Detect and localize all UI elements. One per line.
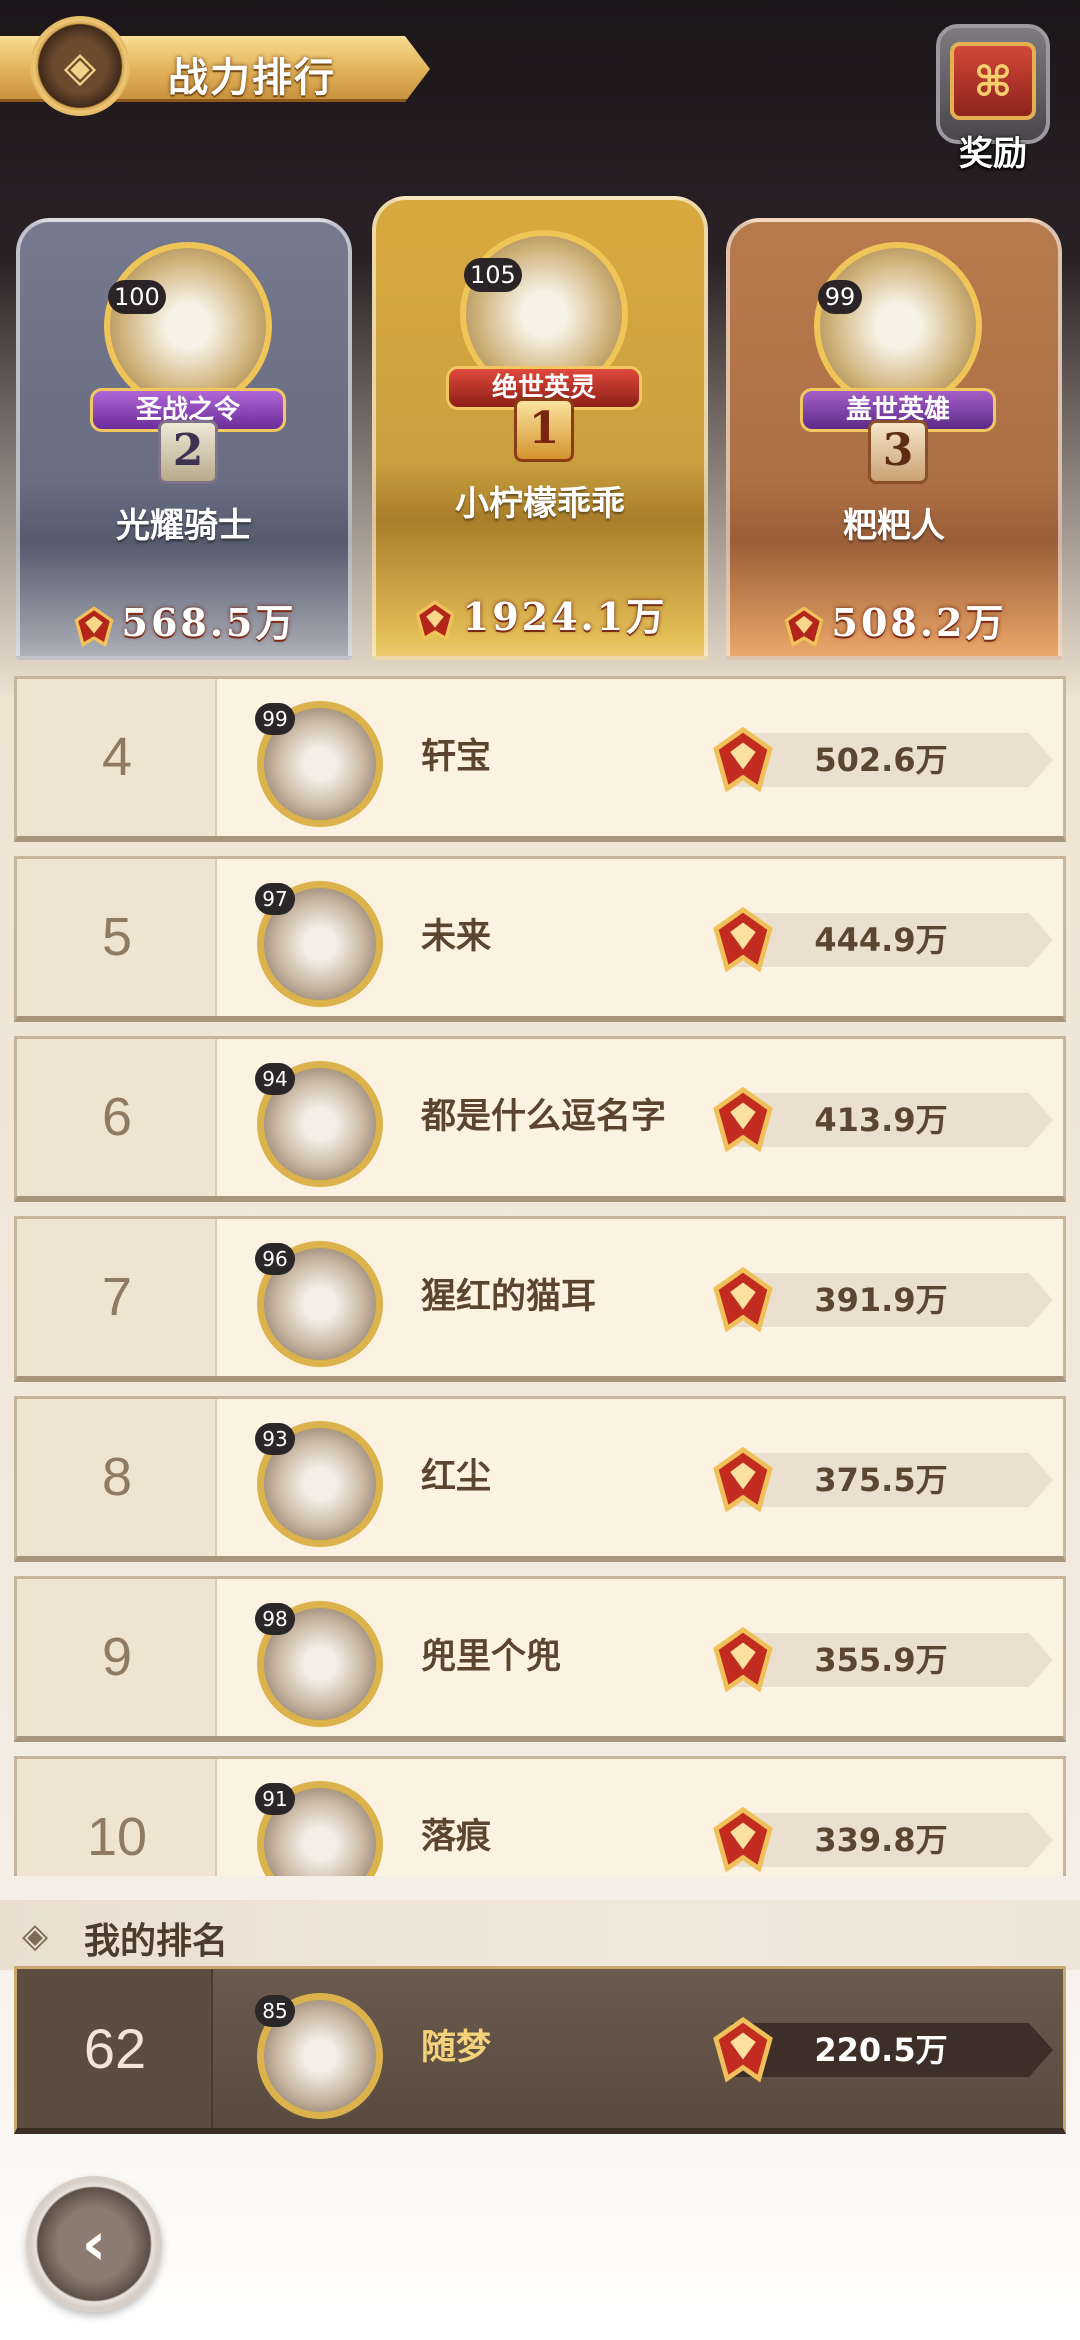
my-rank-label: 我的排名 bbox=[84, 1921, 229, 1962]
ranking-list[interactable]: 4 99 轩宝 502.6万 5 97 未来 444.9万 6 94 都是什么逗… bbox=[14, 676, 1066, 1876]
level-badge: 94 bbox=[255, 1063, 295, 1095]
power-value: 568.5万 bbox=[20, 592, 348, 649]
level-badge: 96 bbox=[255, 1243, 295, 1275]
level-badge: 91 bbox=[255, 1783, 295, 1815]
player-name: 落痕 bbox=[421, 1817, 492, 1857]
list-item[interactable]: 10 91 落痕 339.8万 bbox=[14, 1756, 1066, 1876]
player-name: 红尘 bbox=[421, 1457, 492, 1497]
list-item[interactable]: 4 99 轩宝 502.6万 bbox=[14, 676, 1066, 842]
list-item[interactable]: 7 96 猩红的猫耳 391.9万 bbox=[14, 1216, 1066, 1382]
rank-number: 10 bbox=[86, 1807, 148, 1867]
level-badge: 99 bbox=[818, 280, 862, 314]
player-name: 都是什么逗名字 bbox=[421, 1097, 667, 1137]
avatar: 99 bbox=[245, 693, 395, 833]
back-arrow-icon: ‹ bbox=[81, 2209, 107, 2279]
rank-badge: 3 bbox=[868, 420, 928, 484]
power-value: 502.6万 bbox=[814, 741, 948, 779]
level-badge: 100 bbox=[108, 280, 166, 314]
level-badge: 93 bbox=[255, 1423, 295, 1455]
diamond-icon: ◈ bbox=[22, 1916, 49, 1956]
power-text: 508.2万 bbox=[831, 600, 1007, 645]
rank-badge: 2 bbox=[158, 420, 218, 484]
my-rank-row[interactable]: 62 85 随梦 220.5万 bbox=[14, 1966, 1066, 2134]
power-gem-icon bbox=[783, 605, 824, 647]
avatar bbox=[814, 242, 982, 410]
avatar: 96 bbox=[245, 1233, 395, 1373]
reward-label: 奖励 bbox=[959, 134, 1027, 174]
rank-number: 6 bbox=[101, 1087, 133, 1147]
power-value: 220.5万 bbox=[814, 2031, 948, 2069]
page-header: ◈ 战力排行 bbox=[0, 14, 430, 116]
player-name: 猩红的猫耳 bbox=[421, 1277, 597, 1317]
rank-number: 5 bbox=[101, 907, 133, 967]
power-value: 1924.1万 bbox=[376, 586, 704, 643]
page-title: 战力排行 bbox=[168, 55, 336, 101]
avatar: 85 bbox=[245, 1985, 395, 2125]
power-value: 355.9万 bbox=[814, 1641, 948, 1679]
my-rank-header: ◈ 我的排名 bbox=[0, 1900, 1080, 1970]
shield-emblem-icon: ◈ bbox=[30, 16, 130, 116]
rank-number: 9 bbox=[101, 1627, 133, 1687]
player-name: 未来 bbox=[421, 917, 492, 957]
level-badge: 85 bbox=[255, 1995, 295, 2027]
power-value: 413.9万 bbox=[814, 1101, 948, 1139]
list-item[interactable]: 6 94 都是什么逗名字 413.9万 bbox=[14, 1036, 1066, 1202]
reward-button[interactable]: ⌘ 奖励 bbox=[928, 24, 1058, 174]
power-value: 508.2万 bbox=[730, 592, 1058, 649]
avatar: 97 bbox=[245, 873, 395, 1013]
player-name: 粑粑人 bbox=[843, 506, 945, 546]
rank-number: 4 bbox=[101, 727, 133, 787]
avatar: 94 bbox=[245, 1053, 395, 1193]
avatar: 93 bbox=[245, 1413, 395, 1553]
player-name: 轩宝 bbox=[421, 737, 492, 777]
power-value: 444.9万 bbox=[814, 921, 948, 959]
podium-rank-1[interactable]: 105 绝世英灵 1 小柠檬乖乖 1924.1万 bbox=[372, 196, 708, 660]
level-badge: 97 bbox=[255, 883, 295, 915]
power-gem-icon bbox=[73, 605, 114, 647]
player-name: 光耀骑士 bbox=[116, 506, 252, 546]
power-value: 339.8万 bbox=[814, 1821, 948, 1859]
list-item[interactable]: 8 93 红尘 375.5万 bbox=[14, 1396, 1066, 1562]
level-badge: 98 bbox=[255, 1603, 295, 1635]
back-button[interactable]: ‹ bbox=[26, 2176, 162, 2312]
avatar: 98 bbox=[245, 1593, 395, 1733]
rank-badge: 1 bbox=[514, 398, 574, 462]
list-item[interactable]: 9 98 兜里个兜 355.9万 bbox=[14, 1576, 1066, 1742]
level-badge: 105 bbox=[464, 258, 522, 292]
rank-number: 62 bbox=[83, 2017, 147, 2080]
power-gem-icon bbox=[415, 599, 455, 641]
rank-number: 8 bbox=[101, 1447, 133, 1507]
power-text: 568.5万 bbox=[121, 600, 297, 645]
power-value: 391.9万 bbox=[814, 1281, 948, 1319]
player-name: 随梦 bbox=[421, 2028, 492, 2068]
power-value: 375.5万 bbox=[814, 1461, 948, 1499]
podium-rank-2[interactable]: 100 圣战之令 2 光耀骑士 568.5万 bbox=[16, 218, 352, 660]
list-item[interactable]: 5 97 未来 444.9万 bbox=[14, 856, 1066, 1022]
avatar bbox=[104, 242, 272, 410]
player-name: 小柠檬乖乖 bbox=[455, 484, 625, 524]
power-text: 1924.1万 bbox=[462, 594, 668, 639]
treasure-chest-icon: ⌘ bbox=[950, 42, 1036, 120]
level-badge: 99 bbox=[255, 703, 295, 735]
podium-rank-3[interactable]: 99 盖世英雄 3 粑粑人 508.2万 bbox=[726, 218, 1062, 660]
player-name: 兜里个兜 bbox=[421, 1637, 562, 1677]
rank-number: 7 bbox=[101, 1267, 133, 1327]
avatar: 91 bbox=[245, 1773, 395, 1876]
